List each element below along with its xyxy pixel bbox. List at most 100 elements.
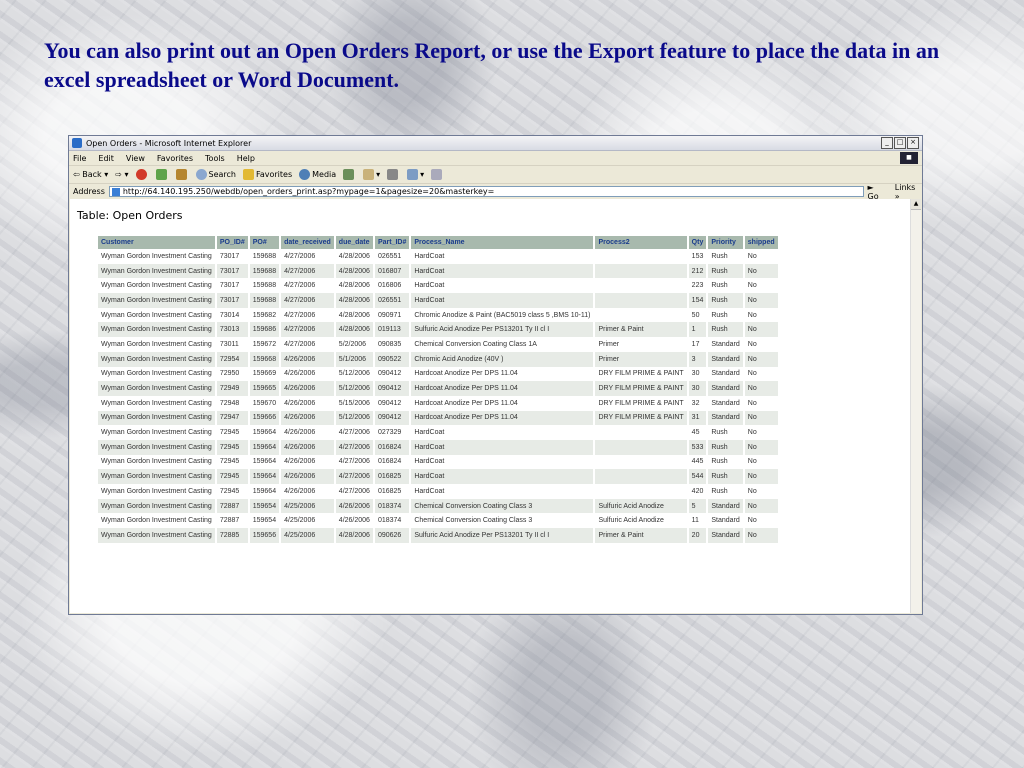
table-cell: 72950: [215, 366, 250, 382]
table-cell: 159664: [248, 425, 282, 440]
media-button[interactable]: Media: [299, 169, 336, 180]
table-cell: 016825: [373, 469, 412, 484]
address-bar: Address http://64.140.195.250/webdb/open…: [69, 183, 922, 201]
window-title: Open Orders - Microsoft Internet Explore…: [86, 138, 252, 148]
back-button[interactable]: ⇦ Back ▾: [73, 170, 108, 179]
table-cell: Rush: [707, 322, 745, 338]
table-cell: 5/15/2006: [334, 395, 375, 411]
table-cell: Sulfuric Acid Anodize: [594, 498, 689, 514]
mail-icon: [363, 169, 375, 180]
table-cell: 159670: [248, 395, 282, 411]
table-cell: Wyman Gordon Investment Casting: [98, 410, 217, 426]
column-header: PO#: [248, 236, 282, 249]
go-button[interactable]: ► Go: [868, 183, 887, 201]
vertical-scrollbar[interactable]: ▲: [910, 199, 921, 613]
table-cell: HardCoat: [410, 484, 596, 499]
links-button[interactable]: Links »: [895, 183, 922, 201]
history-button[interactable]: [343, 169, 356, 180]
refresh-icon: [155, 169, 167, 180]
table-cell: [594, 469, 689, 484]
table-cell: 090971: [373, 307, 412, 323]
title-bar: Open Orders - Microsoft Internet Explore…: [69, 136, 922, 151]
history-icon: [343, 169, 355, 180]
table-cell: 72945: [215, 439, 250, 455]
forward-arrow-icon: ⇨: [115, 170, 122, 179]
table-cell: HardCoat: [410, 249, 596, 264]
table-cell: 159664: [248, 439, 282, 455]
table-cell: 090626: [373, 528, 412, 543]
table-cell: Wyman Gordon Investment Casting: [98, 425, 217, 440]
table-cell: 32: [687, 395, 709, 411]
table-cell: Wyman Gordon Investment Casting: [98, 395, 217, 411]
menu-file[interactable]: File: [73, 154, 86, 163]
table-cell: Chemical Conversion Coating Class 3: [410, 498, 596, 514]
table-cell: 4/26/2006: [334, 513, 375, 529]
table-cell: HardCoat: [410, 263, 596, 279]
media-icon: [299, 169, 311, 180]
menu-view[interactable]: View: [126, 154, 145, 163]
discuss-button[interactable]: [431, 169, 444, 180]
mail-button[interactable]: ▾: [363, 169, 380, 180]
table-cell: 4/27/2006: [334, 425, 375, 440]
table-cell: 090412: [373, 395, 412, 411]
table-cell: 223: [687, 278, 709, 294]
address-input[interactable]: http://64.140.195.250/webdb/open_orders_…: [108, 186, 864, 197]
table-cell: No: [743, 395, 780, 411]
table-cell: No: [743, 263, 780, 279]
table-row: Wyman Gordon Investment Casting 72945 1596…: [98, 484, 780, 499]
scroll-up-button[interactable]: ▲: [911, 199, 921, 210]
menu-favorites[interactable]: Favorites: [157, 154, 193, 163]
table-cell: 30: [687, 381, 709, 396]
table-cell: 159666: [248, 410, 282, 426]
table-cell: 73013: [215, 322, 250, 338]
table-cell: 5/12/2006: [334, 410, 375, 426]
search-button[interactable]: Search: [195, 169, 236, 180]
table-cell: 159654: [248, 513, 282, 529]
favorites-button[interactable]: Favorites: [242, 169, 292, 180]
menu-edit[interactable]: Edit: [98, 154, 114, 163]
table-row: Wyman Gordon Investment Casting 72945 1596…: [98, 469, 780, 484]
table-cell: 4/28/2006: [334, 249, 375, 264]
column-header: due_date: [334, 236, 375, 249]
print-button[interactable]: [387, 169, 400, 180]
forward-button[interactable]: ⇨ ▾: [115, 170, 128, 179]
table-cell: 4/27/2006: [280, 307, 336, 323]
table-cell: HardCoat: [410, 454, 596, 470]
table-cell: 4/27/2006: [280, 293, 336, 308]
stop-button[interactable]: [135, 169, 149, 180]
column-header: Process2: [594, 236, 689, 249]
table-cell: Chemical Conversion Coating Class 3: [410, 513, 596, 529]
edit-button[interactable]: ▾: [407, 169, 424, 180]
table-cell: DRY FILM PRIME & PAINT: [594, 410, 689, 426]
menu-help[interactable]: Help: [237, 154, 255, 163]
table-row: Wyman Gordon Investment Casting 72954 1596…: [98, 351, 780, 367]
menu-tools[interactable]: Tools: [205, 154, 225, 163]
address-label: Address: [73, 187, 105, 196]
stop-icon: [135, 169, 147, 180]
media-label: Media: [312, 170, 337, 179]
table-cell: Wyman Gordon Investment Casting: [98, 454, 217, 470]
table-cell: Chemical Conversion Coating Class 1A: [410, 337, 596, 352]
table-cell: 5/12/2006: [334, 381, 375, 396]
maximize-button[interactable]: □: [894, 137, 906, 149]
refresh-button[interactable]: [155, 169, 169, 180]
table-cell: Rush: [707, 278, 745, 294]
home-button[interactable]: [175, 169, 189, 180]
column-header: Customer: [98, 236, 217, 249]
table-cell: Standard: [707, 337, 745, 352]
table-cell: 159664: [248, 484, 282, 499]
table-cell: Standard: [707, 351, 745, 367]
column-header: Process_Name: [410, 236, 596, 249]
table-cell: 4/27/2006: [280, 263, 336, 279]
table-cell: 72947: [215, 410, 250, 426]
search-label: Search: [208, 170, 236, 179]
table-cell: 31: [687, 410, 709, 426]
minimize-button[interactable]: _: [881, 137, 893, 149]
table-cell: No: [743, 366, 780, 382]
table-cell: 73017: [215, 278, 250, 294]
table-cell: 4/26/2006: [280, 425, 336, 440]
table-cell: 4/27/2006: [280, 337, 336, 352]
table-cell: 4/28/2006: [334, 528, 375, 543]
close-button[interactable]: ×: [907, 137, 919, 149]
table-cell: No: [743, 454, 780, 470]
